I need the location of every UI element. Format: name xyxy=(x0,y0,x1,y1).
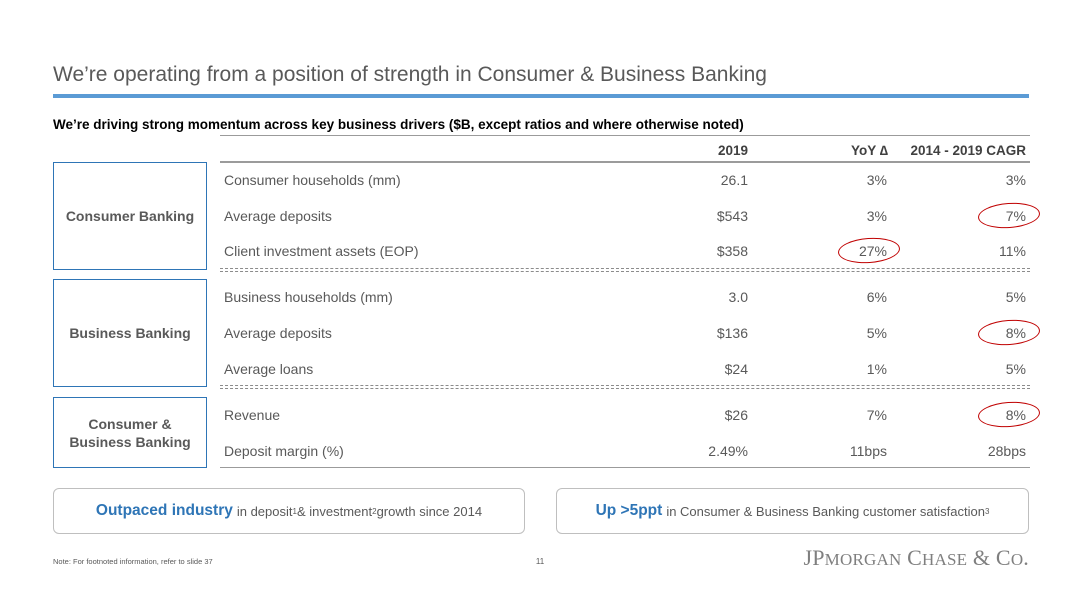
highlight-circle xyxy=(977,317,1041,348)
column-header-cagr: 2014 - 2019 CAGR xyxy=(910,143,1026,158)
value-yoy: 3% xyxy=(866,208,887,224)
value-cagr: 28bps xyxy=(987,443,1026,459)
segment-consumer-banking: Consumer Banking xyxy=(53,162,207,270)
value-2019: 26.1 xyxy=(720,172,748,188)
callout-emphasis: Up >5ppt xyxy=(595,502,663,519)
highlight-circle xyxy=(837,235,901,266)
callout-text: in deposit xyxy=(236,503,293,519)
section-divider xyxy=(220,385,1030,389)
segment-label-line-2: Business Banking xyxy=(69,433,191,450)
value-yoy: 3% xyxy=(866,172,887,188)
title-underline xyxy=(53,94,1029,98)
table-subtitle: We’re driving strong momentum across key… xyxy=(53,117,744,132)
column-header-2019: 2019 xyxy=(717,143,748,158)
header-rule xyxy=(220,161,1030,163)
subtitle-rule xyxy=(220,135,1030,136)
callout-text: in Consumer & Business Banking customer … xyxy=(666,503,985,519)
value-cagr: 5% xyxy=(1005,361,1026,377)
callout-outpaced-industry: Outpaced industry in deposit 1 & investme… xyxy=(53,488,525,534)
row-label: Average deposits xyxy=(224,208,332,224)
jpmorgan-chase-logo: JPMORGAN CHASE & CO. xyxy=(803,545,1029,570)
page-number: 11 xyxy=(535,557,545,566)
value-2019: $24 xyxy=(724,361,748,377)
segment-label: Business Banking xyxy=(69,325,191,341)
row-label: Business households (mm) xyxy=(224,289,393,305)
segment-consumer-business-banking: Consumer & Business Banking xyxy=(53,397,207,468)
table-bottom-rule xyxy=(220,467,1030,468)
value-cagr: 11% xyxy=(999,243,1026,259)
row-label: Client investment assets (EOP) xyxy=(224,243,419,259)
row-label: Deposit margin (%) xyxy=(224,443,344,459)
footnote-marker: 3 xyxy=(984,506,990,516)
segment-business-banking: Business Banking xyxy=(53,279,207,387)
value-cagr: 5% xyxy=(1005,289,1026,305)
value-cagr: 3% xyxy=(1005,172,1026,188)
value-2019: $543 xyxy=(716,208,748,224)
value-yoy: 7% xyxy=(866,407,887,423)
value-2019: 2.49% xyxy=(708,443,748,459)
column-header-yoy: YoY ∆ xyxy=(850,143,888,158)
callout-text: growth since 2014 xyxy=(376,503,483,519)
highlight-circle xyxy=(977,200,1041,231)
value-2019: 3.0 xyxy=(728,289,748,305)
segment-label-line-1: Consumer & xyxy=(88,415,172,432)
callout-text: & investment xyxy=(296,503,373,519)
row-label: Revenue xyxy=(224,407,281,423)
footnote-note: Note: For footnoted information, refer t… xyxy=(53,557,213,566)
value-yoy: 6% xyxy=(866,289,887,305)
value-yoy: 5% xyxy=(866,325,887,341)
row-label: Average loans xyxy=(224,361,314,377)
callout-emphasis: Outpaced industry xyxy=(95,502,233,519)
segment-label: Consumer Banking xyxy=(65,208,195,224)
value-2019: $136 xyxy=(716,325,748,341)
value-2019: $358 xyxy=(716,243,748,259)
section-divider xyxy=(220,268,1030,272)
row-label: Consumer households (mm) xyxy=(224,172,401,188)
value-yoy: 11bps xyxy=(849,443,887,459)
value-yoy: 1% xyxy=(866,361,887,377)
highlight-circle xyxy=(977,399,1041,430)
callout-customer-satisfaction: Up >5ppt in Consumer & Business Banking … xyxy=(556,488,1029,534)
slide-title: We’re operating from a position of stren… xyxy=(53,63,767,86)
row-label: Average deposits xyxy=(224,325,332,341)
value-2019: $26 xyxy=(724,407,748,423)
